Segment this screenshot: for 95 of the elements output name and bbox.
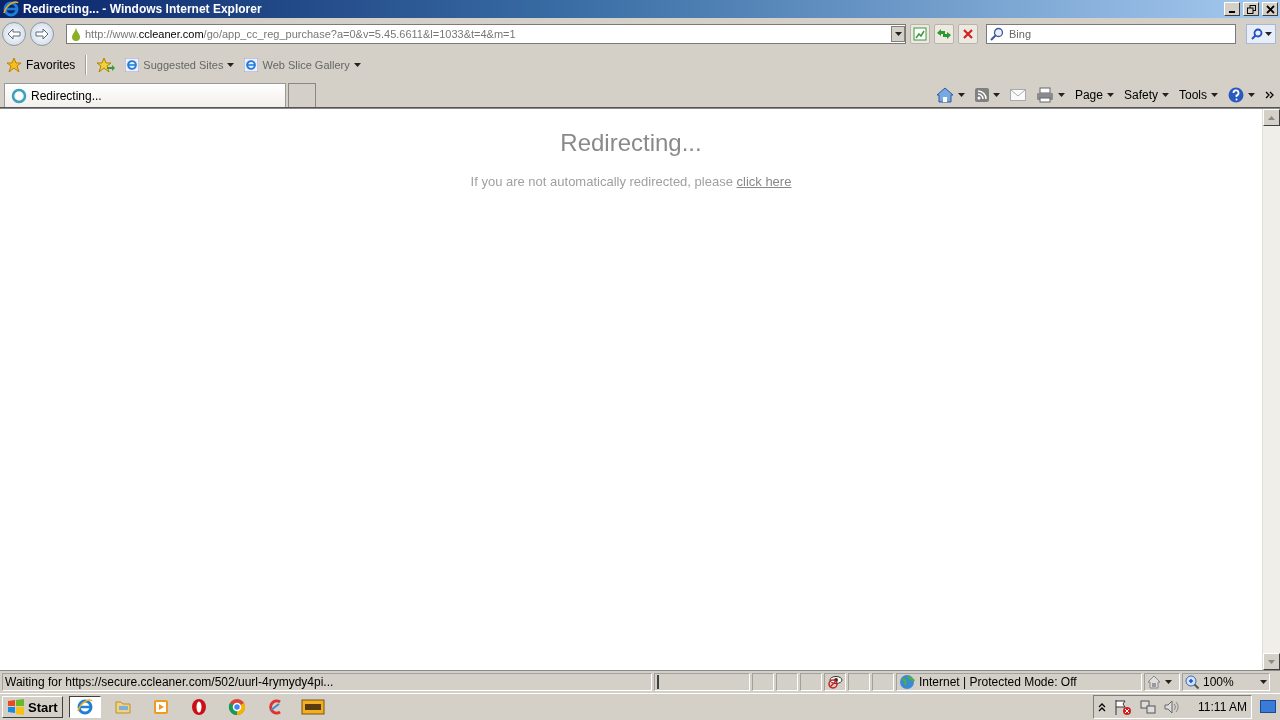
home-icon (935, 87, 954, 103)
zoom-icon (1185, 675, 1199, 689)
scroll-up-button[interactable] (1263, 109, 1280, 126)
caret-icon (1248, 93, 1255, 97)
menu-button[interactable]: Safety (1121, 88, 1171, 102)
status-pane (776, 673, 798, 691)
status-pane (752, 673, 774, 691)
caret-icon (1260, 680, 1267, 684)
page-icon (913, 27, 927, 41)
caret-icon (1165, 680, 1172, 684)
network-button[interactable] (1140, 699, 1157, 715)
close-button[interactable] (1262, 2, 1278, 16)
scroll-down-button[interactable] (1263, 653, 1280, 670)
privacy-blocked-icon (827, 674, 843, 690)
status-pane (872, 673, 894, 691)
status-text: Waiting for https://secure.ccleaner.com/502/uurl-4rymydy4pi... (5, 675, 334, 689)
compatibility-button[interactable] (910, 24, 930, 44)
browser-logo-icon (2, 0, 20, 18)
volume-icon (1164, 699, 1181, 715)
caret-icon (957, 93, 965, 97)
network-icon (1140, 699, 1157, 715)
star-arrow-icon (97, 57, 116, 73)
caret-icon (1211, 93, 1218, 97)
caret-icon (353, 63, 361, 67)
back-button[interactable] (2, 22, 26, 46)
forward-button[interactable] (30, 22, 54, 46)
more-button[interactable] (1263, 91, 1276, 99)
volume-button[interactable] (1164, 699, 1181, 715)
forward-arrow-icon (35, 28, 49, 40)
search-icon (1250, 28, 1263, 40)
window-title: Redirecting... - Windows Internet Explorer (23, 2, 263, 16)
status-pane (800, 673, 822, 691)
down-arrow-icon (1268, 659, 1275, 664)
desktop-icon (1260, 700, 1276, 714)
address-field[interactable]: http://www.ccleaner.com/go/app_cc_reg_purchase?a=0&v=5.45.6611&l=1033&t=4&m=1 (66, 24, 906, 44)
favorites-button[interactable]: Favorites (4, 57, 78, 73)
printer-icon (1035, 87, 1054, 103)
caret-icon (992, 93, 1000, 97)
refresh-button[interactable] (934, 24, 954, 44)
caret-icon (1162, 93, 1169, 97)
drop-icon (71, 27, 81, 41)
media-player-icon (151, 698, 170, 716)
show-hidden-icon (1098, 702, 1107, 712)
menu-button[interactable]: Page (1072, 88, 1116, 102)
search-field[interactable]: Bing (986, 24, 1236, 44)
windows-logo-icon (7, 699, 25, 715)
refresh-icon (936, 27, 952, 41)
status-pane (848, 673, 870, 691)
help-icon (1228, 87, 1244, 103)
click-here-link[interactable]: click here (736, 174, 792, 189)
close-icon (962, 28, 974, 40)
page-icon (244, 58, 259, 72)
caret-icon (1106, 93, 1114, 97)
caret-icon (227, 63, 235, 67)
back-arrow-icon (7, 28, 21, 40)
globe-icon (899, 674, 915, 690)
feeds-button[interactable] (972, 88, 1002, 102)
menu-button[interactable]: Tools (1177, 88, 1220, 102)
star-icon (6, 57, 22, 73)
redirect-message: If you are not automatically redirected, please click here (470, 174, 792, 189)
minimize-button[interactable] (1224, 2, 1240, 16)
house-lock-icon (1147, 675, 1161, 689)
caret-icon (1057, 93, 1065, 97)
show-hidden-button[interactable] (1098, 702, 1107, 712)
clock-text: 11:11 AM (1198, 700, 1247, 714)
search-icon (990, 27, 1004, 41)
browser-icon (75, 698, 94, 716)
loading-icon (11, 87, 27, 104)
browser-tab[interactable]: Redirecting... (4, 83, 286, 107)
page-icon (125, 58, 140, 72)
favorites-bar-link[interactable]: Suggested Sites (123, 58, 237, 72)
folder-icon (113, 698, 132, 716)
restore-button[interactable] (1243, 2, 1259, 16)
favorites-bar-link[interactable]: Web Slice Gallery (242, 58, 363, 72)
chevron-icon (1265, 91, 1274, 99)
action-center-icon (1114, 699, 1133, 715)
caret-icon (1264, 32, 1272, 36)
close-icon (1265, 4, 1275, 14)
scrollbar[interactable] (1262, 109, 1280, 670)
search-button[interactable] (1246, 24, 1276, 44)
caret-icon (894, 32, 902, 36)
stop-button[interactable] (958, 24, 978, 44)
feed-icon (974, 88, 989, 102)
up-arrow-icon (1268, 115, 1275, 120)
security-zone-text: Internet | Protected Mode: Off (919, 675, 1077, 689)
restore-icon (1246, 4, 1256, 14)
page-heading: Redirecting... (560, 129, 702, 157)
protected-mode-button[interactable] (1144, 673, 1180, 691)
action-center-button[interactable] (1114, 699, 1133, 715)
zoom-button[interactable]: 100% (1182, 673, 1270, 691)
help-button[interactable] (1226, 87, 1257, 103)
start-button[interactable]: Start (2, 696, 63, 718)
address-dropdown-button[interactable] (891, 26, 905, 42)
envelope-icon (1009, 89, 1026, 101)
taskbar-app-button[interactable] (68, 696, 101, 718)
